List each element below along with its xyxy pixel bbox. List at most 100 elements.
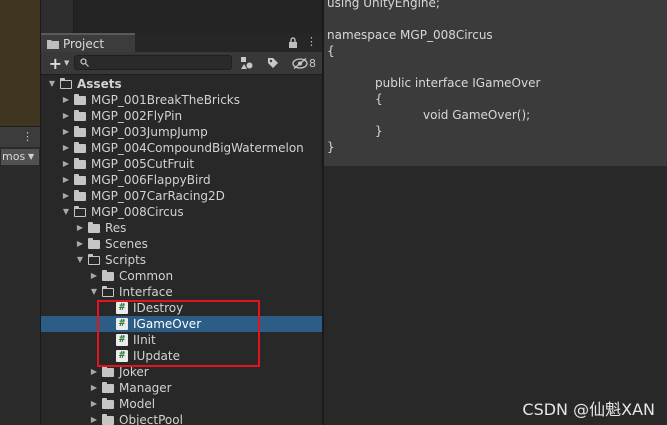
expand-arrow-right-icon[interactable]: ▶: [89, 412, 99, 425]
tree-item-label: MGP_004CompoundBigWatermelon: [91, 141, 304, 155]
folder-icon: [74, 94, 86, 105]
folder-icon: [74, 110, 86, 121]
upper-panel: [41, 0, 322, 33]
folder-item[interactable]: ▶ MGP_001BreakTheBricks: [41, 92, 322, 108]
folder-icon: [102, 366, 114, 377]
folder-item[interactable]: ▶ Model: [41, 396, 322, 412]
folder-item[interactable]: ▶ MGP_005CutFruit: [41, 156, 322, 172]
expand-arrow-right-icon[interactable]: ▶: [61, 92, 71, 108]
code-line: {: [327, 44, 335, 58]
highlight-annotation: [97, 300, 260, 367]
upper-panel-area: [41, 0, 74, 33]
chevron-down-icon: ▼: [64, 59, 70, 67]
folder-icon: [88, 238, 100, 249]
left-toolbar: ⋮: [0, 127, 40, 147]
tree-item-label: MGP_005CutFruit: [91, 157, 195, 171]
tree-item-label: MGP_007CarRacing2D: [91, 189, 225, 203]
folder-open-icon: [60, 78, 72, 89]
folder-item[interactable]: ▶ Manager: [41, 380, 322, 396]
expand-arrow-right-icon[interactable]: ▶: [61, 156, 71, 172]
folder-item[interactable]: ▶ MGP_007CarRacing2D: [41, 188, 322, 204]
code-line: public interface IGameOver: [375, 76, 541, 90]
folder-item[interactable]: ▶ Res: [41, 220, 322, 236]
expand-arrow-right-icon[interactable]: ▶: [75, 220, 85, 236]
script-preview: using UnityEngine; namespace MGP_008Circu…: [324, 0, 667, 167]
expand-arrow-down-icon[interactable]: ▼: [61, 204, 71, 220]
folder-item[interactable]: ▶ ObjectPool: [41, 412, 322, 425]
folder-item[interactable]: ▶ MGP_003JumpJump: [41, 124, 322, 140]
tree-item-label: Assets: [77, 77, 122, 91]
folder-item[interactable]: ▼ Scripts: [41, 252, 322, 268]
folder-item[interactable]: ▶ MGP_002FlyPin: [41, 108, 322, 124]
lock-icon[interactable]: [288, 37, 298, 48]
folder-icon: [88, 222, 100, 233]
expand-arrow-down-icon[interactable]: ▼: [47, 76, 57, 92]
expand-arrow-right-icon[interactable]: ▶: [61, 188, 71, 204]
folder-open-icon: [102, 286, 114, 297]
folder-icon: [74, 190, 86, 201]
folder-icon: [102, 398, 114, 409]
code-line: void GameOver();: [423, 108, 531, 122]
search-by-type-button[interactable]: [238, 54, 256, 72]
expand-arrow-right-icon[interactable]: ▶: [61, 140, 71, 156]
tree-item-label: Scenes: [105, 237, 148, 251]
project-toolbar: + ▼ 8: [41, 52, 322, 75]
code-line: using UnityEngine;: [327, 0, 440, 10]
tree-item-label: MGP_001BreakTheBricks: [91, 93, 240, 107]
project-menu-icon[interactable]: ⋮: [306, 35, 317, 48]
expand-arrow-down-icon[interactable]: ▼: [89, 284, 99, 300]
tree-item-label: ObjectPool: [119, 413, 183, 425]
tree-item-label: Manager: [119, 381, 172, 395]
create-button[interactable]: + ▼: [45, 53, 73, 73]
project-tab-bar: Project ⋮: [41, 33, 322, 53]
tab-project-label: Project: [63, 36, 105, 51]
shapes-filter-icon: [241, 57, 253, 69]
expand-arrow-right-icon[interactable]: ▶: [89, 396, 99, 412]
folder-item[interactable]: ▶ Scenes: [41, 236, 322, 252]
folder-icon: [74, 142, 86, 153]
search-by-label-button[interactable]: [264, 54, 282, 72]
expand-arrow-right-icon[interactable]: ▶: [61, 124, 71, 140]
tree-item-label: MGP_002FlyPin: [91, 109, 183, 123]
scene-view[interactable]: [0, 0, 40, 128]
code-line: namespace MGP_008Circus: [327, 28, 493, 42]
folder-icon: [74, 126, 86, 137]
folder-item[interactable]: ▼ Interface: [41, 284, 322, 300]
plus-icon: +: [48, 53, 62, 73]
folder-item[interactable]: ▶ MGP_004CompoundBigWatermelon: [41, 140, 322, 156]
expand-arrow-right-icon[interactable]: ▶: [75, 236, 85, 252]
tree-item-label: MGP_006FlappyBird: [91, 173, 211, 187]
search-input[interactable]: [74, 55, 232, 70]
expand-arrow-right-icon[interactable]: ▶: [61, 108, 71, 124]
left-panel: ⋮ mos ▼: [0, 0, 40, 425]
code-line: }: [327, 140, 335, 154]
folder-icon: [74, 174, 86, 185]
folder-open-icon: [88, 254, 100, 265]
folder-item[interactable]: ▼ MGP_008Circus: [41, 204, 322, 220]
tag-icon: [268, 58, 278, 68]
expand-arrow-right-icon[interactable]: ▶: [89, 268, 99, 284]
expand-arrow-down-icon[interactable]: ▼: [75, 252, 85, 268]
folder-item[interactable]: ▶ Common: [41, 268, 322, 284]
gizmos-label: mos: [2, 150, 26, 163]
expand-arrow-right-icon[interactable]: ▶: [89, 380, 99, 396]
folder-open-icon: [74, 206, 86, 217]
folder-icon: [74, 158, 86, 169]
hidden-packages-toggle[interactable]: 8: [289, 54, 319, 72]
expand-arrow-right-icon[interactable]: ▶: [61, 172, 71, 188]
tree-item-label: MGP_008Circus: [91, 205, 184, 219]
folder-icon: [47, 39, 59, 49]
left-panel-menu-icon[interactable]: ⋮: [22, 130, 33, 143]
folder-item[interactable]: ▼ Assets: [41, 76, 322, 92]
tree-item-label: Scripts: [105, 253, 147, 267]
chevron-down-icon: ▼: [28, 152, 35, 161]
project-panel: Project ⋮ + ▼ 8 ▼ Assets ▶ MGP_001BreakT…: [41, 0, 322, 425]
folder-item[interactable]: ▶ MGP_006FlappyBird: [41, 172, 322, 188]
tab-project[interactable]: Project: [41, 33, 135, 52]
search-icon: [80, 58, 89, 67]
tree-item-label: Res: [105, 221, 127, 235]
folder-icon: [102, 414, 114, 425]
gizmos-dropdown[interactable]: mos ▼: [0, 148, 40, 166]
inspector-empty-area: [324, 166, 667, 425]
hidden-count: 8: [309, 56, 316, 70]
